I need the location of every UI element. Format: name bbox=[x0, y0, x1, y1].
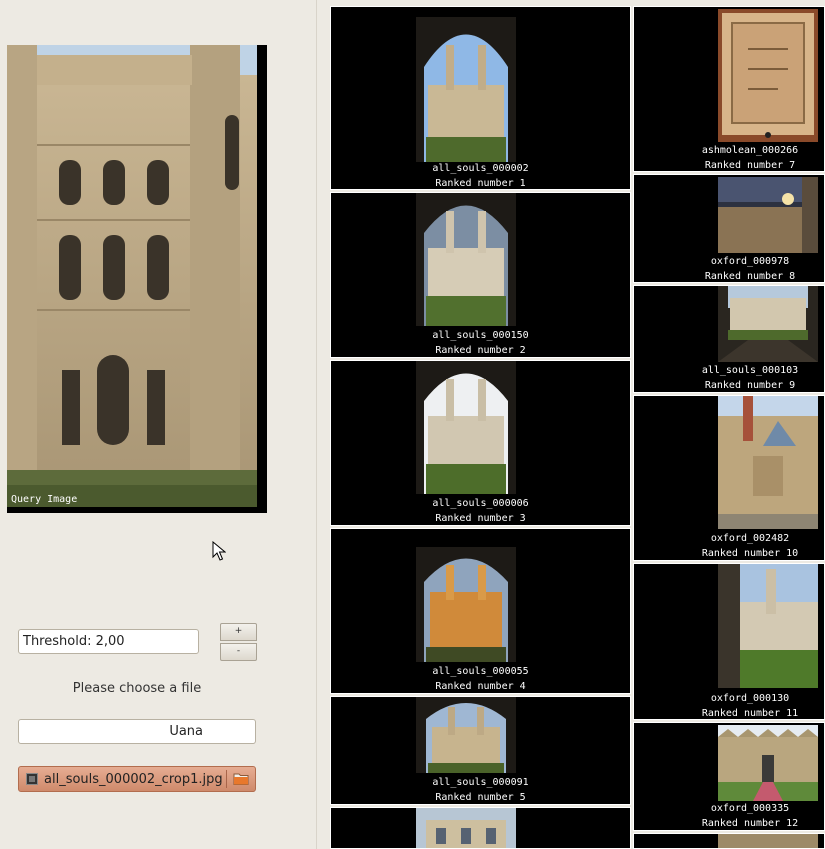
result-thumbnail bbox=[718, 286, 818, 362]
result-name: oxford_002482 bbox=[710, 533, 790, 544]
result-name: all_souls_000006 bbox=[432, 498, 529, 509]
result-thumbnail bbox=[718, 396, 818, 529]
result-card-7[interactable]: ashmolean_000266 Ranked number 7 bbox=[633, 6, 825, 172]
file-chooser-separator bbox=[226, 770, 227, 788]
result-rank: Ranked number 7 bbox=[704, 160, 796, 171]
result-thumbnail bbox=[416, 547, 516, 662]
folder-open-icon bbox=[233, 773, 249, 785]
threshold-decrease-button[interactable]: - bbox=[220, 643, 257, 661]
result-name: all_souls_000091 bbox=[432, 777, 529, 788]
result-card-2[interactable]: all_souls_000150 Ranked number 2 bbox=[330, 192, 631, 358]
result-name: all_souls_000002 bbox=[432, 163, 529, 174]
result-card-12[interactable]: oxford_000335 Ranked number 12 bbox=[633, 722, 825, 831]
result-name: oxford_000130 bbox=[710, 693, 790, 704]
query-building-photo bbox=[7, 45, 257, 507]
result-thumbnail bbox=[416, 697, 516, 773]
result-name: all_souls_000055 bbox=[432, 666, 529, 677]
result-rank: Ranked number 1 bbox=[435, 178, 526, 189]
result-rank: Ranked number 4 bbox=[435, 681, 526, 692]
result-thumbnail bbox=[718, 177, 818, 253]
result-thumbnail bbox=[416, 361, 516, 494]
text-entry-field[interactable]: Uana bbox=[18, 719, 256, 744]
result-rank: Ranked number 12 bbox=[701, 818, 799, 829]
result-rank: Ranked number 11 bbox=[701, 708, 799, 719]
result-card-13-partial[interactable] bbox=[633, 833, 825, 849]
file-icon bbox=[26, 773, 38, 785]
result-rank: Ranked number 8 bbox=[704, 271, 796, 282]
result-card-11[interactable]: oxford_000130 Ranked number 11 bbox=[633, 563, 825, 720]
result-card-8[interactable]: oxford_000978 Ranked number 8 bbox=[633, 174, 825, 283]
choose-file-label: Please choose a file bbox=[72, 681, 202, 696]
result-name: all_souls_000103 bbox=[701, 365, 799, 376]
result-thumbnail bbox=[416, 17, 516, 162]
file-chooser-button[interactable]: all_souls_000002_crop1.jpg bbox=[18, 766, 256, 792]
result-card-9[interactable]: all_souls_000103 Ranked number 9 bbox=[633, 285, 825, 393]
result-thumbnail bbox=[416, 193, 516, 326]
result-name: all_souls_000150 bbox=[432, 330, 529, 341]
result-rank: Ranked number 9 bbox=[704, 380, 796, 391]
file-chooser-value: all_souls_000002_crop1.jpg bbox=[44, 772, 223, 787]
result-name: ashmolean_000266 bbox=[701, 145, 799, 156]
result-rank: Ranked number 2 bbox=[435, 345, 526, 356]
result-card-10[interactable]: oxford_002482 Ranked number 10 bbox=[633, 395, 825, 561]
query-image-caption: Query Image bbox=[11, 494, 78, 505]
result-rank: Ranked number 5 bbox=[435, 792, 526, 803]
result-card-6-partial[interactable] bbox=[330, 807, 631, 849]
result-thumbnail bbox=[718, 9, 818, 142]
result-thumbnail bbox=[718, 725, 818, 801]
result-card-1[interactable]: all_souls_000002 Ranked number 1 bbox=[330, 6, 631, 190]
panel-divider bbox=[316, 0, 317, 849]
result-thumbnail bbox=[718, 564, 818, 688]
result-card-3[interactable]: all_souls_000006 Ranked number 3 bbox=[330, 360, 631, 526]
result-name: oxford_000978 bbox=[710, 256, 790, 267]
threshold-increase-button[interactable]: + bbox=[220, 623, 257, 641]
result-rank: Ranked number 10 bbox=[701, 548, 799, 559]
result-card-4[interactable]: all_souls_000055 Ranked number 4 bbox=[330, 528, 631, 694]
result-rank: Ranked number 3 bbox=[435, 513, 526, 524]
result-thumbnail bbox=[416, 808, 516, 848]
result-name: oxford_000335 bbox=[710, 803, 790, 814]
query-image: Query Image bbox=[7, 45, 267, 513]
result-card-5[interactable]: all_souls_000091 Ranked number 5 bbox=[330, 696, 631, 805]
mouse-pointer-icon bbox=[212, 541, 226, 561]
threshold-field[interactable]: Threshold: 2,00 bbox=[18, 629, 199, 654]
result-thumbnail bbox=[718, 834, 818, 848]
